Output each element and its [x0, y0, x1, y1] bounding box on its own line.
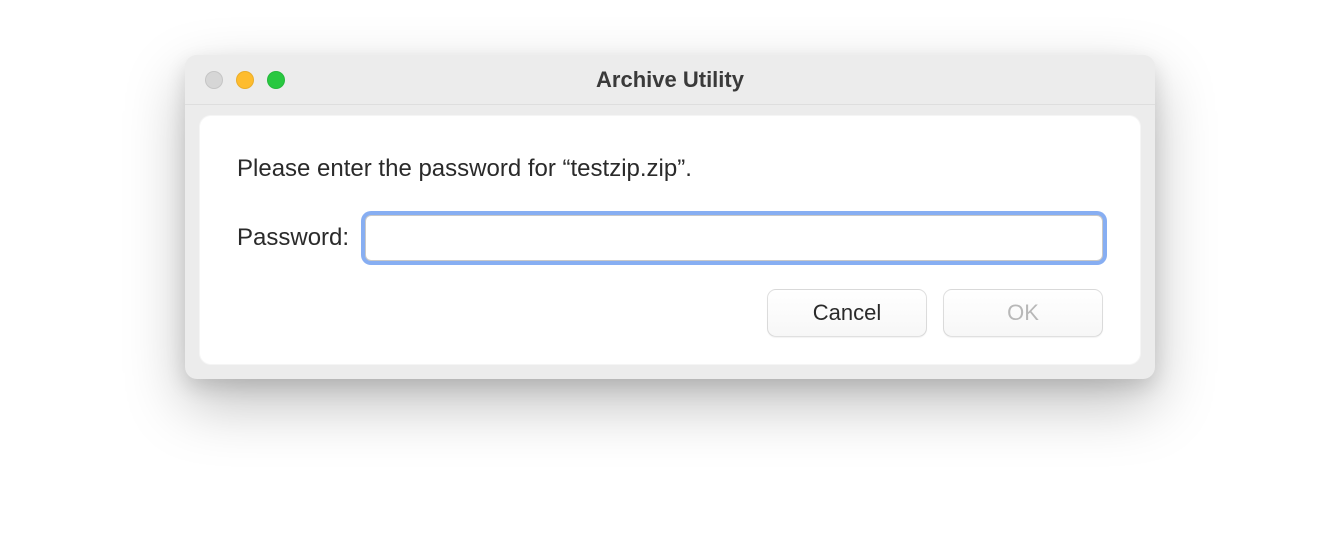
titlebar: Archive Utility	[185, 55, 1155, 105]
password-field-row: Password:	[237, 215, 1103, 261]
close-icon[interactable]	[205, 71, 223, 89]
traffic-lights	[185, 71, 285, 89]
password-input[interactable]	[365, 215, 1103, 261]
window-title: Archive Utility	[185, 67, 1155, 93]
maximize-icon[interactable]	[267, 71, 285, 89]
archive-utility-window: Archive Utility Please enter the passwor…	[185, 55, 1155, 379]
password-label: Password:	[237, 224, 349, 252]
password-dialog-sheet: Please enter the password for “testzip.z…	[199, 115, 1141, 365]
ok-button[interactable]: OK	[943, 289, 1103, 337]
cancel-button[interactable]: Cancel	[767, 289, 927, 337]
button-row: Cancel OK	[237, 289, 1103, 337]
minimize-icon[interactable]	[236, 71, 254, 89]
prompt-text: Please enter the password for “testzip.z…	[237, 155, 1103, 183]
